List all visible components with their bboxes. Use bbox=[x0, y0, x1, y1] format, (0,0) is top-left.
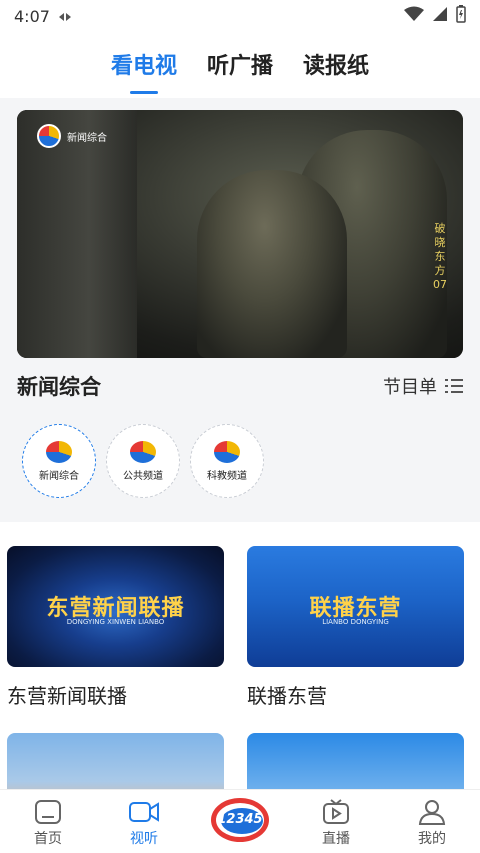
program-thumbnail: 联播东营 LIANBO DONGYING bbox=[247, 546, 464, 667]
video-camera-icon bbox=[128, 798, 160, 826]
nav-live[interactable]: 直播 bbox=[288, 790, 384, 853]
channel-news[interactable]: 新闻综合 bbox=[22, 424, 96, 498]
tab-read-newspaper[interactable]: 读报纸 bbox=[303, 40, 369, 96]
station-logo-icon bbox=[46, 440, 72, 463]
tv-section: 新闻综合 破晓东方07 新闻综合 节目单 新闻综合 公共频道 科教频道 bbox=[0, 98, 480, 522]
channel-public[interactable]: 公共频道 bbox=[106, 424, 180, 498]
nav-hotline[interactable]: 12345 bbox=[192, 790, 288, 853]
schedule-label: 节目单 bbox=[383, 377, 437, 398]
thumbnail-subtitle: DONGYING XINWEN LIANBO bbox=[66, 618, 165, 626]
station-logo-icon bbox=[37, 124, 61, 148]
tab-watch-tv[interactable]: 看电视 bbox=[111, 40, 177, 96]
station-logo-icon bbox=[130, 440, 156, 463]
status-bar: 4:07 bbox=[0, 0, 480, 32]
channel-science[interactable]: 科教频道 bbox=[190, 424, 264, 498]
top-tabs: 看电视 听广播 读报纸 bbox=[0, 40, 480, 96]
battery-icon bbox=[456, 5, 466, 27]
signal-icon bbox=[432, 6, 448, 26]
profile-icon bbox=[418, 798, 446, 826]
nav-profile[interactable]: 我的 bbox=[384, 790, 480, 853]
list-icon bbox=[445, 379, 463, 393]
video-player[interactable]: 新闻综合 破晓东方07 bbox=[17, 110, 463, 358]
station-logo-icon bbox=[214, 440, 240, 463]
nav-home-label: 首页 bbox=[34, 831, 62, 847]
bottom-nav: 首页 视听 12345 直播 我的 bbox=[0, 789, 480, 853]
tab-listen-radio[interactable]: 听广播 bbox=[207, 40, 273, 96]
tv-live-icon bbox=[322, 798, 350, 826]
status-time: 4:07 bbox=[14, 6, 50, 26]
program-title: 联播东营 bbox=[247, 684, 327, 708]
schedule-button[interactable]: 节目单 bbox=[383, 373, 463, 399]
channel-name: 新闻综合 bbox=[39, 470, 79, 482]
nav-profile-label: 我的 bbox=[418, 831, 446, 847]
channel-name: 科教频道 bbox=[207, 470, 247, 482]
channel-watermark: 新闻综合 bbox=[37, 124, 107, 148]
program-card[interactable]: 联播东营 LIANBO DONGYING 联播东营 bbox=[247, 546, 464, 709]
program-thumbnail: 东营新闻联播 DONGYING XINWEN LIANBO bbox=[7, 546, 224, 667]
nav-live-label: 直播 bbox=[322, 831, 350, 847]
drama-title-overlay: 破晓东方07 bbox=[433, 222, 447, 291]
home-icon bbox=[34, 798, 62, 826]
nav-home[interactable]: 首页 bbox=[0, 790, 96, 853]
data-saver-icon bbox=[58, 7, 72, 26]
program-row: 新闻综合 节目单 bbox=[17, 368, 463, 404]
program-title: 东营新闻联播 bbox=[7, 684, 127, 708]
hotline-12345-icon: 12345 bbox=[209, 794, 271, 846]
thumbnail-subtitle: LIANBO DONGYING bbox=[322, 618, 389, 626]
hotline-badge-text: 12345 bbox=[217, 812, 263, 827]
channel-selector: 新闻综合 公共频道 科教频道 bbox=[22, 424, 264, 498]
channel-name: 公共频道 bbox=[123, 470, 163, 482]
wifi-icon bbox=[404, 6, 424, 26]
channel-watermark-text: 新闻综合 bbox=[67, 132, 107, 144]
nav-video[interactable]: 视听 bbox=[96, 790, 192, 853]
current-channel-title: 新闻综合 bbox=[17, 375, 101, 399]
program-card[interactable]: 东营新闻联播 DONGYING XINWEN LIANBO 东营新闻联播 bbox=[7, 546, 224, 709]
nav-video-label: 视听 bbox=[130, 831, 158, 847]
